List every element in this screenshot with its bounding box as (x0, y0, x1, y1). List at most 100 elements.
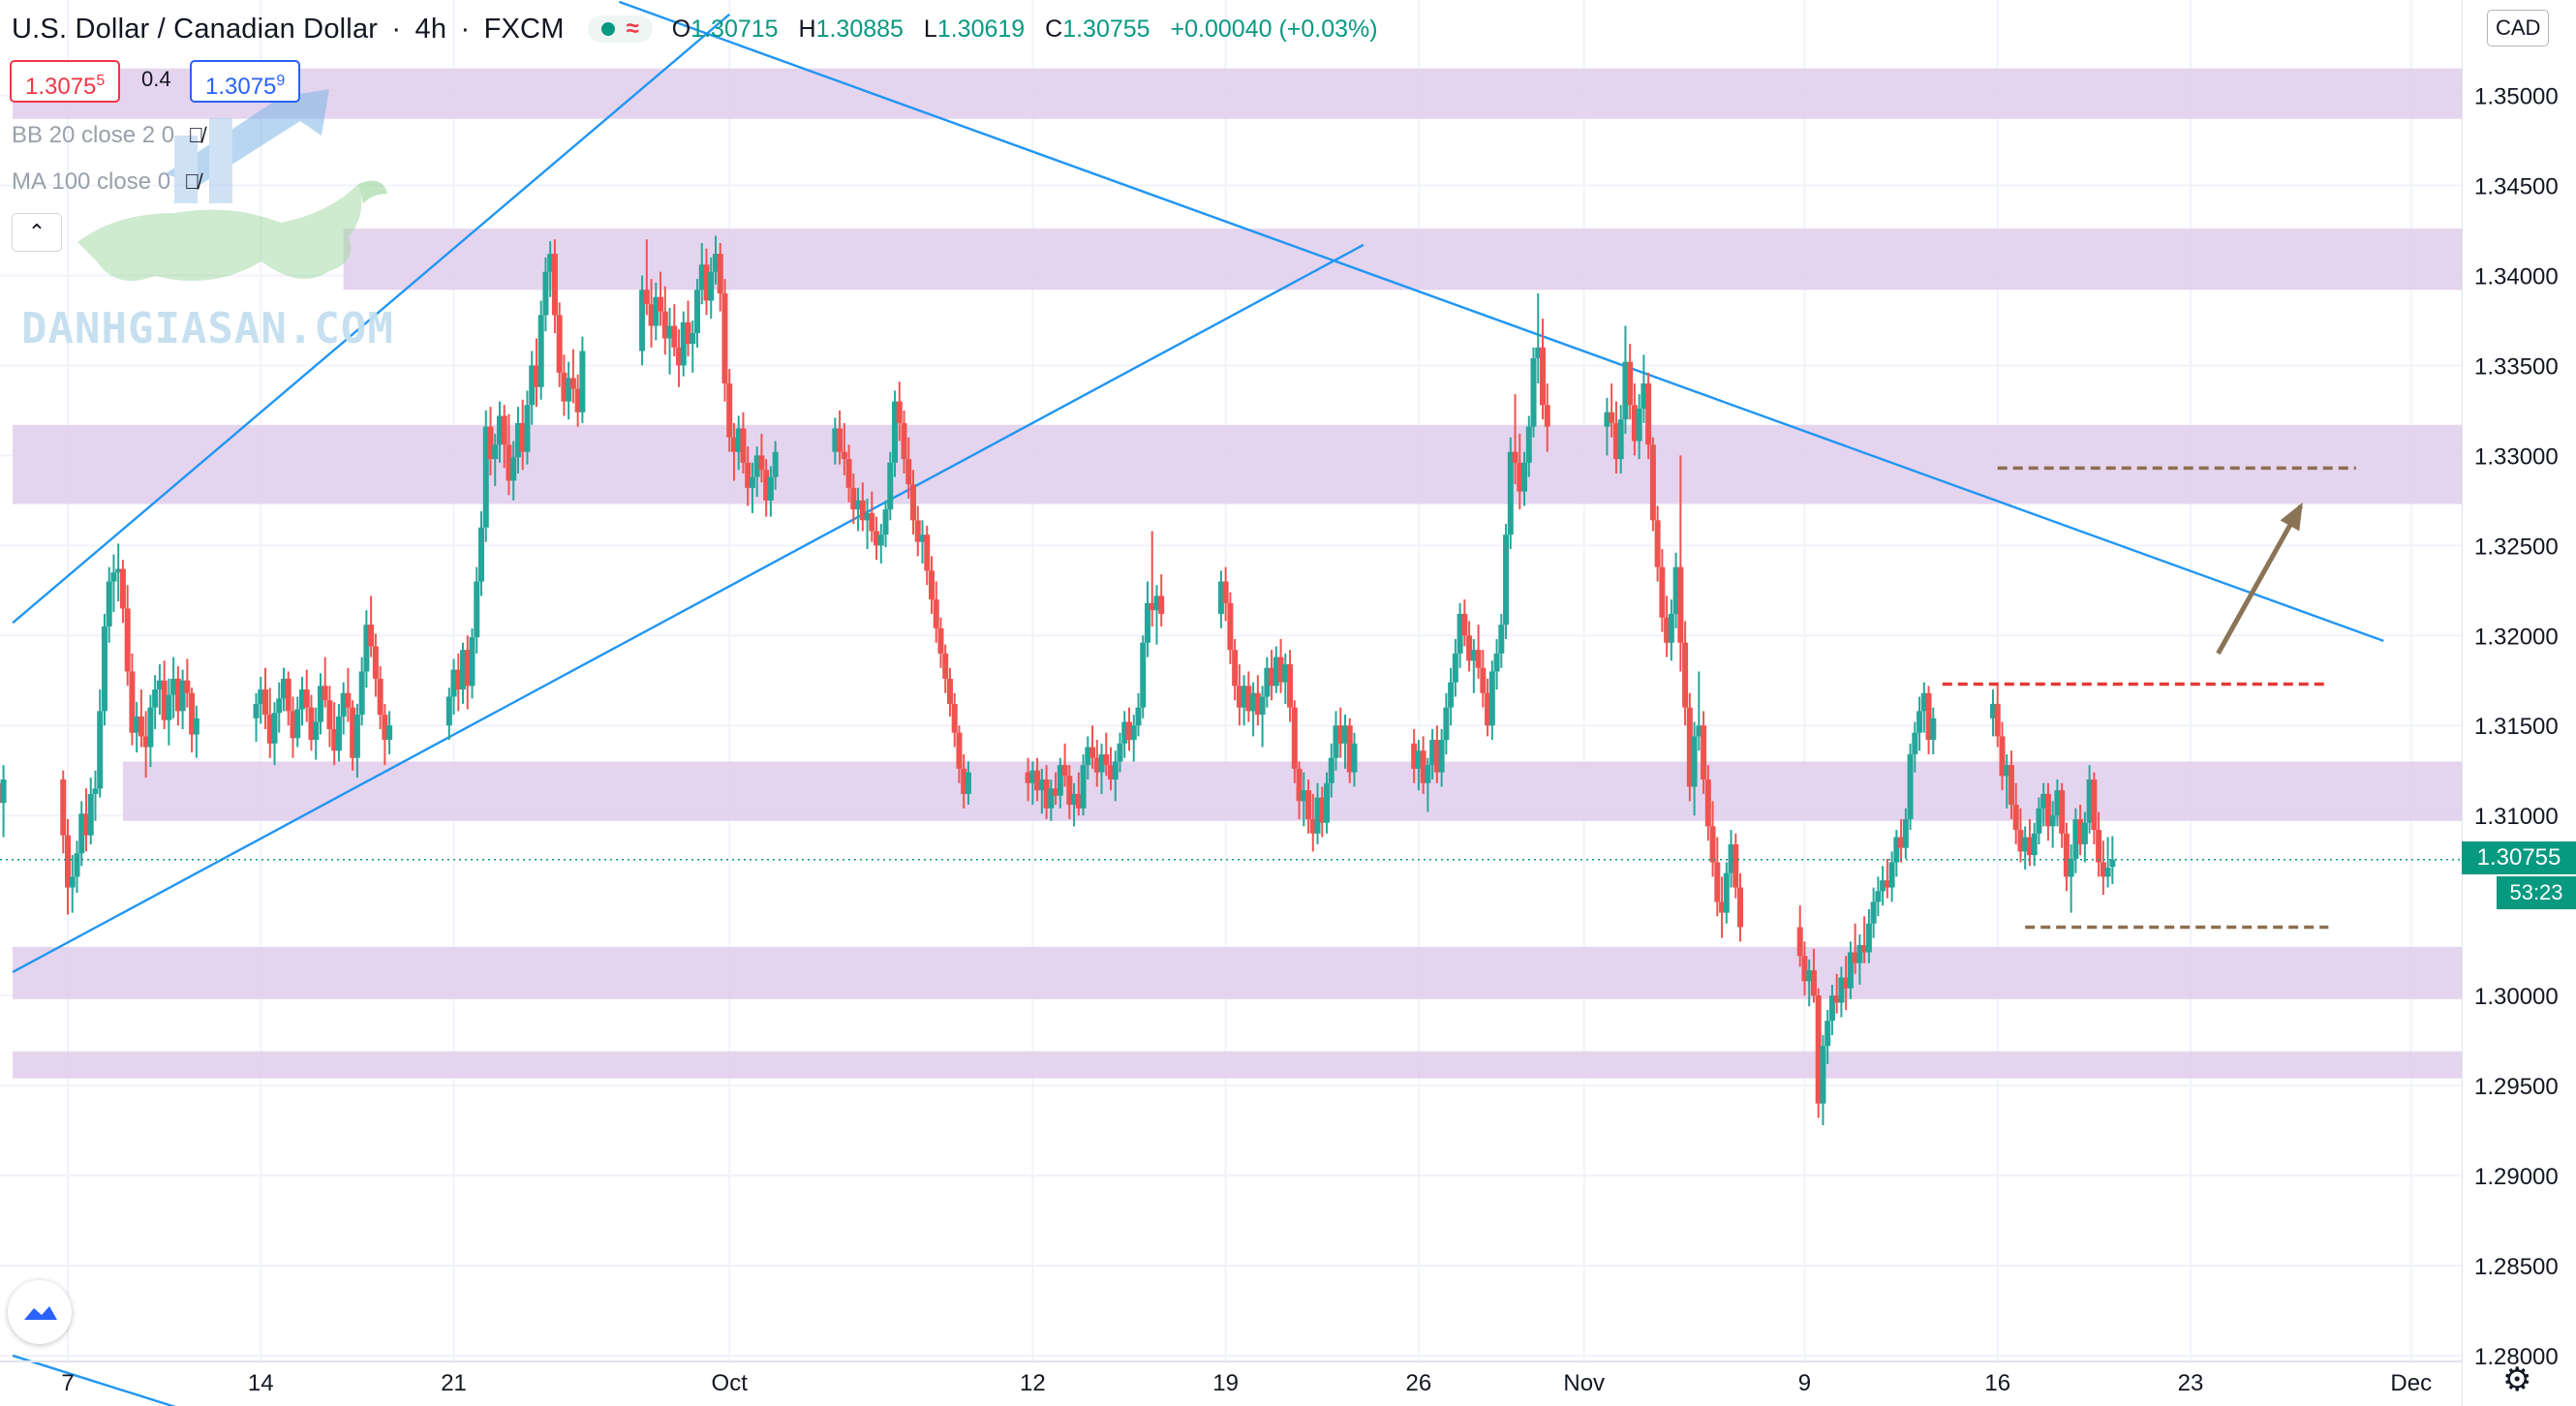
indicator-bb-label: BB 20 close 2 0 (12, 122, 175, 148)
eye-hidden-icon[interactable]: 👁̸ (188, 123, 204, 148)
candle-body (2091, 779, 2098, 831)
candle-body (542, 271, 549, 316)
candle-body (372, 646, 379, 679)
gear-icon[interactable]: ⚙ (2502, 1363, 2531, 1396)
candle-body (326, 700, 333, 729)
candle-body (1870, 902, 1877, 924)
market-open-dot (600, 22, 615, 36)
candle-body (1425, 765, 1431, 783)
candle-body (1452, 653, 1458, 683)
price-tick-label: 1.32500 (2474, 534, 2559, 560)
candle-body (377, 678, 383, 716)
tradingview-logo-icon[interactable] (8, 1280, 72, 1344)
candle-body (690, 332, 696, 345)
price-tick-label: 1.33500 (2474, 353, 2559, 380)
candle-body (1140, 642, 1147, 708)
candle-body (1061, 765, 1068, 777)
candle-body (1351, 743, 1358, 773)
candle-body (1080, 765, 1087, 809)
candle-body (1507, 451, 1514, 535)
price-axis-labels: 1.35000 1.34500 1.34000 1.33500 1.33000 1.325… (2474, 84, 2559, 1370)
open-label: O (671, 15, 691, 43)
open-value: 1.30715 (690, 15, 779, 43)
candle-body (965, 772, 971, 794)
price-tick-label: 1.30000 (2474, 984, 2559, 1010)
wave-icon: ≈ (626, 15, 639, 42)
candle-body (1488, 671, 1495, 726)
candle-body (322, 686, 328, 701)
interval-label: 4h (414, 13, 447, 45)
buy-price: 1.3075 (205, 74, 277, 100)
market-status[interactable]: ≈ (587, 15, 653, 43)
price-tick-label: 1.35000 (2474, 84, 2559, 110)
candle-body (1512, 451, 1518, 463)
time-tick-label: 23 (2178, 1370, 2204, 1396)
candle-body (1796, 927, 1803, 957)
candle-body (1461, 613, 1468, 636)
candle-body (1907, 753, 1914, 819)
candle-body (717, 254, 723, 294)
candle-body (877, 535, 884, 546)
candle-body (1723, 872, 1730, 913)
indicator-ma[interactable]: MA 100 close 0 👁̸ (12, 168, 200, 196)
candle-body (1709, 826, 1716, 863)
candle-body (138, 716, 144, 737)
time-tick-label: 12 (1020, 1370, 1046, 1396)
candle-body (1714, 862, 1721, 902)
buy-pip: 9 (276, 73, 286, 89)
candle-body (0, 779, 7, 804)
low-value: 1.30619 (936, 15, 1026, 43)
symbol-title[interactable]: U.S. Dollar / Canadian Dollar · 4h · FXC… (12, 14, 565, 46)
candle-body (1825, 1021, 1831, 1047)
time-tick-label: 21 (441, 1370, 467, 1396)
horizontal-levels (0, 466, 2462, 930)
candle-body (1609, 412, 1615, 423)
candle-body (1493, 653, 1500, 672)
candle-body (166, 694, 172, 720)
candle-body (1994, 703, 2001, 737)
candle-body (1810, 970, 1817, 996)
candle-body (937, 627, 944, 654)
time-tick-label: 9 (1798, 1370, 1811, 1396)
candle-body (2008, 765, 2014, 806)
candle-body (2036, 808, 2042, 834)
candle-body (942, 653, 949, 679)
candle-body (152, 689, 159, 708)
time-tick-label: 16 (1984, 1370, 2010, 1396)
candle-body (2104, 868, 2111, 877)
candle-body (2068, 858, 2074, 877)
candle-body (1328, 757, 1334, 783)
candle-body (1659, 566, 1666, 618)
candle-body (1130, 725, 1137, 741)
candle-body (184, 680, 191, 693)
collapse-legend-button[interactable]: ⌃ (12, 213, 62, 252)
candle-body (740, 428, 747, 463)
zone-rect (13, 1051, 2462, 1079)
currency-selector[interactable]: CAD (2487, 10, 2550, 46)
price-tick-label: 1.32000 (2474, 624, 2559, 650)
exchange-label: FXCM (483, 13, 565, 45)
candle-body (837, 428, 843, 452)
time-tick-label: 26 (1406, 1370, 1432, 1396)
price-axis[interactable]: 1.35000 1.34500 1.34000 1.33500 1.33000 1.325… (2462, 0, 2576, 1406)
candle-body (119, 568, 126, 609)
candle-body (92, 788, 99, 794)
watermark-text: DANHGIASAN.COM (21, 304, 394, 353)
time-tick-label: Oct (712, 1370, 749, 1396)
candle-body (671, 325, 678, 348)
eye-hidden-icon[interactable]: 👁̸ (184, 169, 200, 195)
indicator-bb[interactable]: BB 20 close 2 0 👁̸ (12, 122, 204, 149)
sell-button[interactable]: 1.30755 (10, 60, 121, 103)
candle-body (772, 451, 779, 477)
candle-body (1888, 862, 1895, 888)
candle-body (335, 716, 342, 751)
candle-body (1917, 711, 1923, 733)
buy-button[interactable]: 1.30759 (190, 60, 301, 103)
candle-body (841, 451, 847, 460)
candle-body (1259, 696, 1266, 716)
candle-body (1704, 779, 1711, 827)
candle-body (2096, 830, 2102, 863)
price-tick-label: 1.34500 (2474, 173, 2559, 199)
candle-body (1902, 818, 1909, 848)
candle-body (345, 692, 352, 708)
